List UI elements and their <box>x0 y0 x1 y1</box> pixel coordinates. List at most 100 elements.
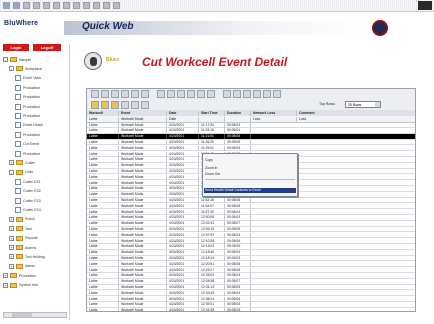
tree-item[interactable]: + Robot <box>9 216 35 223</box>
collapse-icon[interactable]: - <box>9 66 14 72</box>
grid-cell: 00:08:05 <box>225 284 251 290</box>
next-page-icon[interactable] <box>111 90 119 98</box>
expand-icon[interactable]: + <box>9 226 14 232</box>
tree-item[interactable]: - Workplace <box>9 65 42 72</box>
prev-page-icon[interactable] <box>101 90 109 98</box>
grid-cell: 11:17:34 <box>199 122 225 128</box>
redo-icon[interactable] <box>141 101 149 109</box>
column-header[interactable]: Date <box>167 110 199 116</box>
column-header[interactable]: Start Time <box>199 110 225 116</box>
top-rows-select[interactable]: 20 Rows <box>345 101 381 108</box>
grid-cell: 12:15:40 <box>199 250 225 256</box>
chevron-down-icon[interactable] <box>375 102 380 107</box>
tree-item[interactable]: + Cutter <box>9 159 35 166</box>
refresh-icon[interactable] <box>33 2 40 9</box>
stop-icon[interactable] <box>23 2 30 9</box>
tree-item[interactable]: Cutter CS3 <box>15 197 41 204</box>
expand-icon[interactable]: + <box>3 273 8 279</box>
undo-icon[interactable] <box>131 101 139 109</box>
context-menu-item[interactable]: Zoom In <box>205 166 217 170</box>
tree-item[interactable]: - Sample <box>3 56 31 63</box>
forward-icon[interactable] <box>13 2 20 9</box>
refresh-icon[interactable] <box>157 90 165 98</box>
tree-item[interactable]: + Reports <box>9 235 38 242</box>
collapse-icon[interactable]: - <box>3 57 8 62</box>
context-menu-item[interactable]: Send Health Detail Contents to Excel <box>204 188 296 193</box>
collapse-icon[interactable]: - <box>9 169 14 175</box>
tree-item[interactable]: + Alarms <box>9 244 36 251</box>
column-header[interactable]: Comment <box>297 111 415 116</box>
print-icon[interactable] <box>93 2 100 9</box>
scroll-thumb[interactable] <box>12 313 32 317</box>
column-header[interactable]: Workcell <box>87 110 119 116</box>
expand-icon[interactable]: + <box>9 263 14 269</box>
filter-icon[interactable] <box>167 90 175 98</box>
grid-cell: 4/24/2001 <box>167 221 199 227</box>
settings-icon[interactable] <box>263 90 271 98</box>
help-icon[interactable] <box>223 90 231 98</box>
left-scrollbar[interactable] <box>3 312 67 318</box>
tree-item[interactable]: + Test <box>9 225 32 232</box>
excel-icon[interactable] <box>273 90 281 98</box>
save-icon[interactable] <box>101 101 109 109</box>
tree-item[interactable]: Cutter CS2 <box>15 188 41 195</box>
mail-icon[interactable] <box>83 2 90 9</box>
tree-item[interactable]: Event Detail <box>15 122 42 129</box>
back-icon[interactable] <box>3 2 10 9</box>
tree-item[interactable]: Cutter CS4 <box>15 206 41 213</box>
discuss-icon[interactable] <box>113 2 120 9</box>
tree-item[interactable]: Production <box>15 94 40 101</box>
tree-item[interactable]: + Admin <box>9 263 35 270</box>
report-icon <box>15 112 21 119</box>
report-icon <box>15 94 21 101</box>
tree-item[interactable]: + Tool Holding <box>9 253 45 260</box>
tree-item[interactable]: Production <box>15 131 40 138</box>
first-page-icon[interactable] <box>91 90 99 98</box>
edit-icon[interactable] <box>103 2 110 9</box>
tree-item[interactable]: Production <box>15 150 40 157</box>
save-as-icon[interactable] <box>111 101 119 109</box>
column-header[interactable]: Duration <box>225 110 251 116</box>
tree-item[interactable]: Cut Event <box>15 141 39 148</box>
context-menu-item[interactable]: Copy <box>205 158 213 162</box>
grid-icon[interactable] <box>243 90 251 98</box>
logoff-button[interactable]: Logoff <box>33 44 61 51</box>
favorites-icon[interactable] <box>63 2 70 9</box>
copy-icon[interactable] <box>233 90 241 98</box>
folder-open-icon[interactable] <box>91 101 99 109</box>
tree-item[interactable]: - Cells <box>9 169 33 176</box>
expand-icon[interactable]: + <box>9 235 14 241</box>
print-icon[interactable] <box>131 90 139 98</box>
print-preview-icon[interactable] <box>121 101 129 109</box>
tree-item[interactable]: Production <box>15 112 40 119</box>
search-icon[interactable] <box>53 2 60 9</box>
tree-item[interactable]: Production <box>15 84 40 91</box>
tree-item[interactable]: + Production <box>3 272 36 279</box>
history-icon[interactable] <box>73 2 80 9</box>
expand-icon[interactable]: + <box>3 282 8 288</box>
chart-icon[interactable] <box>187 90 195 98</box>
table-row[interactable]: Lathe Workcell Mode 4/24/2001 12:41:36 00:08… <box>87 308 415 311</box>
context-menu-item[interactable]: Zoom Out <box>205 172 220 176</box>
expand-icon[interactable]: + <box>9 254 14 260</box>
grid-cell: Workcell Mode <box>119 226 167 232</box>
tree-item[interactable]: Cutter CS1 <box>15 178 41 185</box>
tree-item[interactable]: + System Info <box>3 282 38 289</box>
grid-cell: Date <box>167 116 199 122</box>
export-icon[interactable] <box>141 90 149 98</box>
column-header[interactable]: Event <box>119 110 167 116</box>
login-button[interactable]: Login <box>3 44 29 51</box>
sort-icon[interactable] <box>177 90 185 98</box>
zoom-icon[interactable] <box>197 90 205 98</box>
column-header[interactable]: Network Loss <box>251 110 297 116</box>
last-page-icon[interactable] <box>121 90 129 98</box>
tree-item[interactable]: Production <box>15 103 40 110</box>
tree-item[interactable]: Event View <box>15 75 41 82</box>
expand-icon[interactable]: + <box>9 216 14 222</box>
home-icon[interactable] <box>43 2 50 9</box>
expand-icon[interactable]: + <box>9 160 14 166</box>
tree-item-label: Production <box>23 104 41 109</box>
find-icon[interactable] <box>207 90 215 98</box>
column-icon[interactable] <box>253 90 261 98</box>
expand-icon[interactable]: + <box>9 245 14 250</box>
